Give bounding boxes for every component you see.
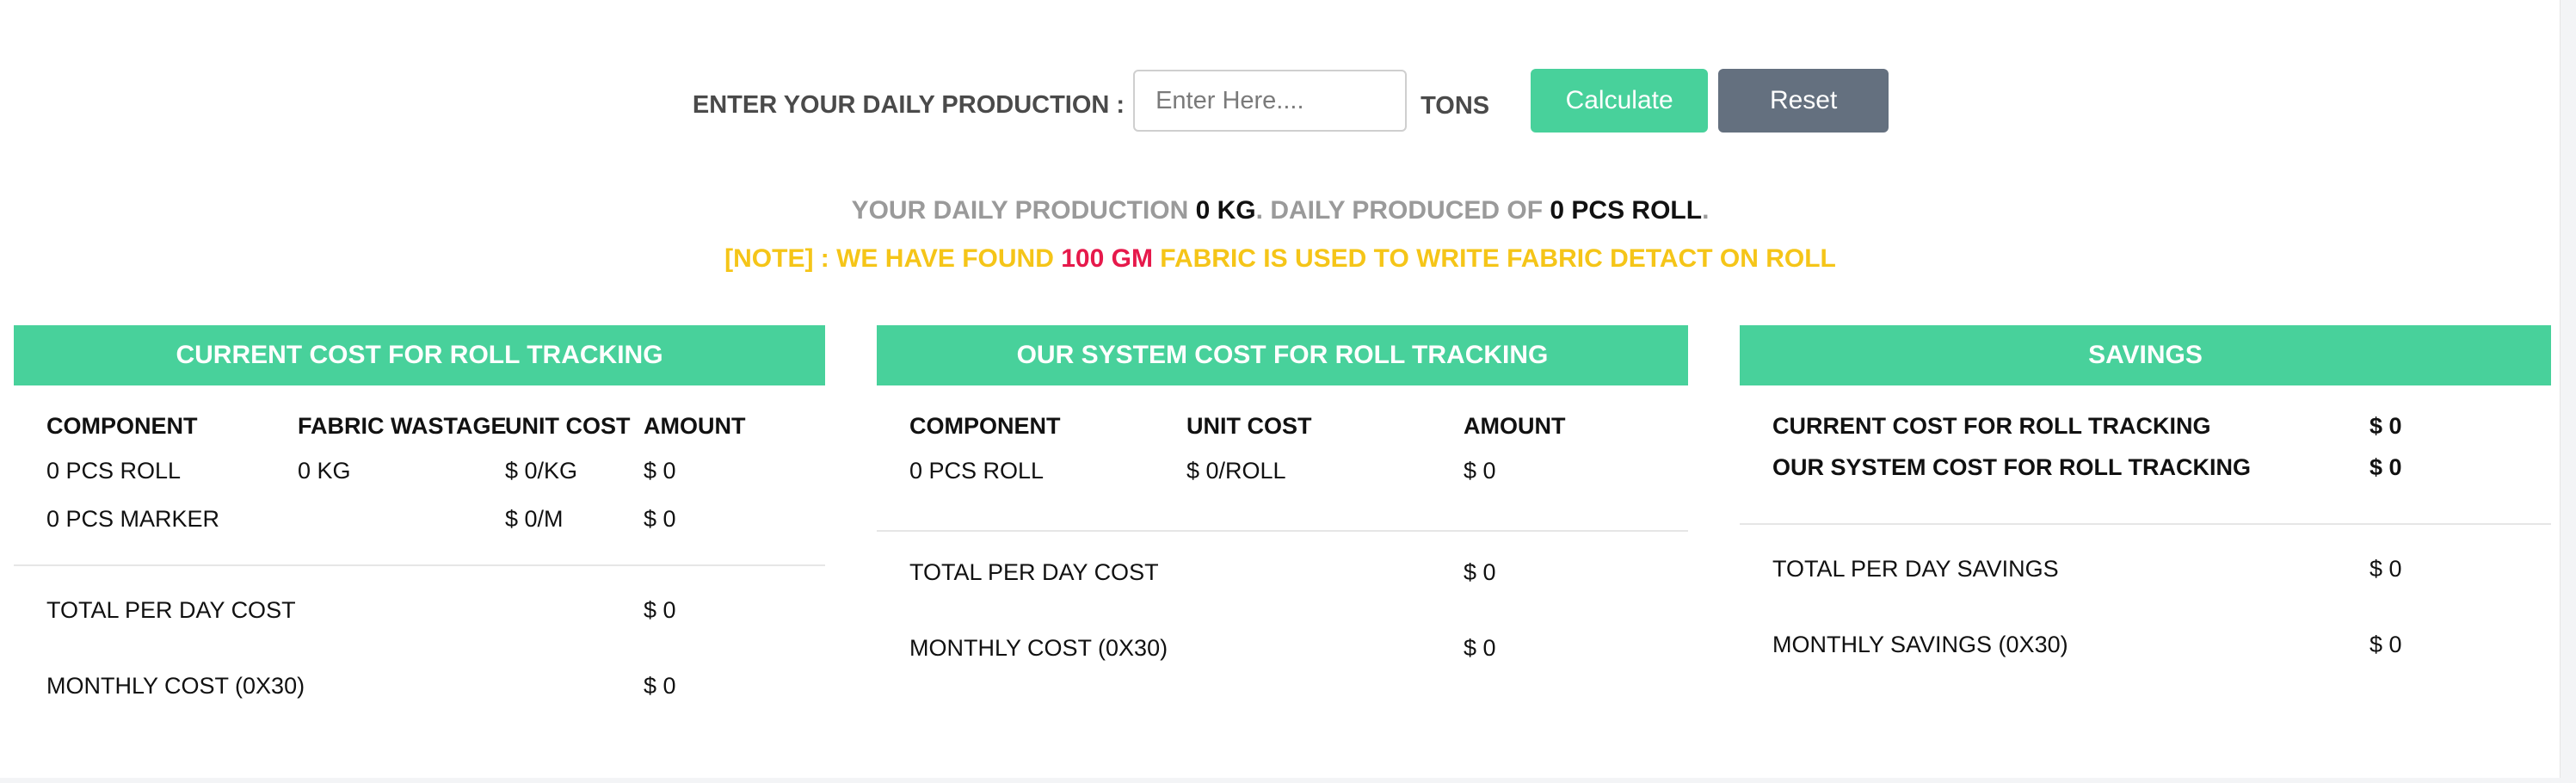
- total-value: $ 0: [1464, 559, 1496, 585]
- system-cost-panel: OUR SYSTEM COST FOR ROLL TRACKING COMPON…: [877, 325, 1688, 687]
- total-label: TOTAL PER DAY COST: [46, 597, 296, 623]
- row-component: 0 PCS ROLL: [909, 458, 1045, 484]
- summary-prefix: YOUR DAILY PRODUCTION: [851, 196, 1189, 225]
- page-bottom-border: [0, 778, 2561, 783]
- monthly-savings-value: $ 0: [2370, 632, 2402, 657]
- total-value: $ 0: [644, 597, 676, 623]
- divider: [14, 564, 825, 566]
- summary-mid: . DAILY PRODUCED OF: [1255, 196, 1544, 225]
- current-cost-value: $ 0: [2370, 413, 2402, 439]
- row-amount: $ 0: [1464, 458, 1496, 484]
- row-unit-cost: $ 0/ROLL: [1186, 458, 1286, 484]
- reset-button[interactable]: Reset: [1718, 69, 1889, 133]
- savings-header: SAVINGS: [1740, 325, 2551, 385]
- current-cost-panel: CURRENT COST FOR ROLL TRACKING COMPONENT…: [14, 325, 825, 738]
- page-scrollbar[interactable]: [2560, 0, 2576, 783]
- header-amount: AMOUNT: [644, 413, 746, 439]
- total-savings-value: $ 0: [2370, 556, 2402, 582]
- note-suffix: FABRIC IS USED TO WRITE FABRIC DETACT ON…: [1160, 244, 1836, 273]
- header-component: COMPONENT: [909, 413, 1061, 439]
- header-component: COMPONENT: [46, 413, 198, 439]
- total-label: TOTAL PER DAY COST: [909, 559, 1159, 585]
- row-amount: $ 0: [644, 506, 676, 532]
- divider: [877, 530, 1688, 532]
- monthly-value: $ 0: [644, 673, 676, 699]
- divider: [1740, 523, 2551, 525]
- calculate-button[interactable]: Calculate: [1531, 69, 1709, 133]
- summary-kg: 0 KG: [1195, 196, 1256, 225]
- unit-label: TONS: [1420, 91, 1490, 120]
- header-unit-cost: UNIT COST: [1186, 413, 1312, 439]
- production-summary: YOUR DAILY PRODUCTION 0 KG. DAILY PRODUC…: [0, 196, 2561, 225]
- current-cost-label: CURRENT COST FOR ROLL TRACKING: [1772, 413, 2211, 439]
- header-amount: AMOUNT: [1464, 413, 1566, 439]
- total-savings-label: TOTAL PER DAY SAVINGS: [1772, 556, 2059, 582]
- header-unit-cost: UNIT COST: [505, 413, 631, 439]
- current-cost-header: CURRENT COST FOR ROLL TRACKING: [14, 325, 825, 385]
- row-amount: $ 0: [644, 458, 676, 484]
- note-amount: 100 GM: [1061, 244, 1153, 273]
- row-component: 0 PCS ROLL: [46, 458, 182, 484]
- fabric-note: [NOTE] : WE HAVE FOUND 100 GM FABRIC IS …: [0, 244, 2561, 274]
- row-unit-cost: $ 0/KG: [505, 458, 578, 484]
- daily-production-input[interactable]: [1133, 70, 1408, 132]
- monthly-savings-label: MONTHLY SAVINGS (0X30): [1772, 632, 2068, 657]
- system-cost-value: $ 0: [2370, 454, 2402, 480]
- row-unit-cost: $ 0/M: [505, 506, 564, 532]
- system-cost-header: OUR SYSTEM COST FOR ROLL TRACKING: [877, 325, 1688, 385]
- summary-rolls: 0 PCS ROLL: [1550, 196, 1703, 225]
- note-prefix: [NOTE] : WE HAVE FOUND: [724, 244, 1054, 273]
- savings-panel: SAVINGS CURRENT COST FOR ROLL TRACKING $…: [1740, 325, 2551, 687]
- monthly-label: MONTHLY COST (0X30): [909, 635, 1168, 661]
- system-cost-label: OUR SYSTEM COST FOR ROLL TRACKING: [1772, 454, 2252, 480]
- summary-suffix: .: [1702, 196, 1710, 225]
- monthly-label: MONTHLY COST (0X30): [46, 673, 305, 699]
- monthly-value: $ 0: [1464, 635, 1496, 661]
- row-fabric-wastage: 0 KG: [298, 458, 351, 484]
- daily-production-label: ENTER YOUR DAILY PRODUCTION :: [692, 90, 1125, 119]
- header-fabric-wastage: FABRIC WASTAGE: [298, 413, 507, 439]
- production-input-row: ENTER YOUR DAILY PRODUCTION : TONS Calcu…: [0, 69, 2561, 133]
- row-component: 0 PCS MARKER: [46, 506, 220, 532]
